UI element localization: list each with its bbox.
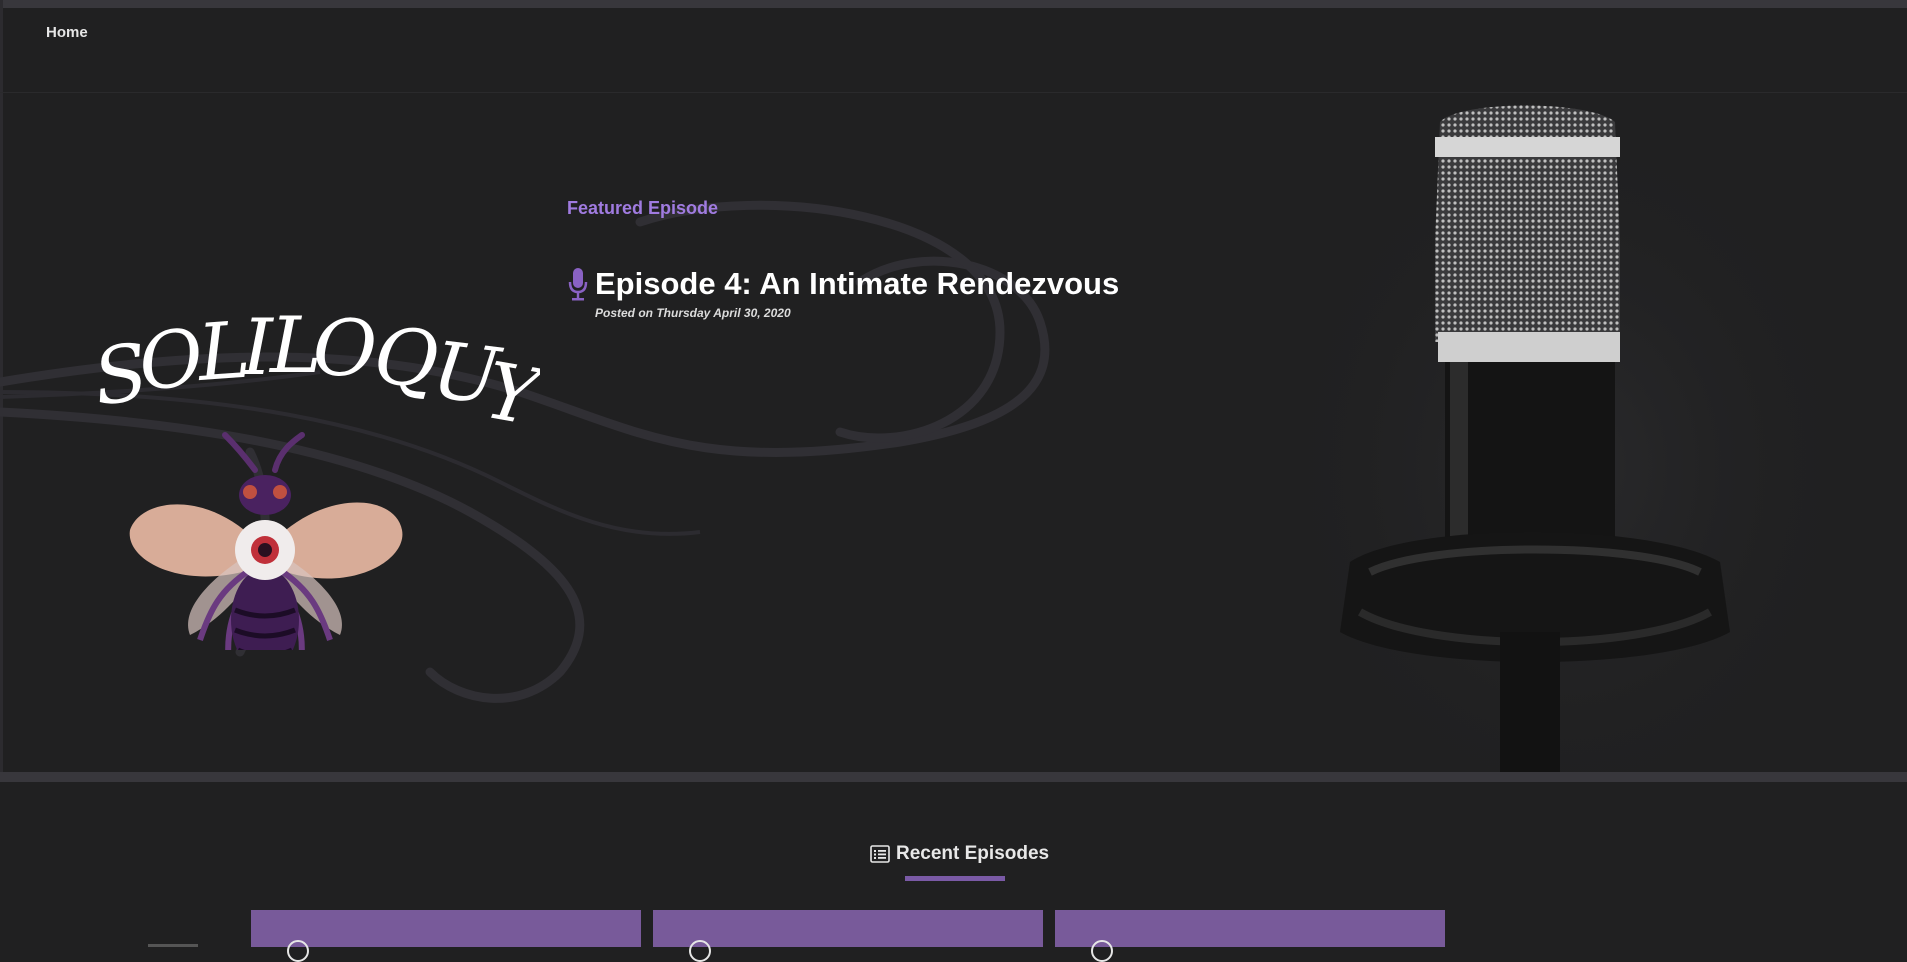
top-navigation: Home xyxy=(0,8,1907,93)
list-icon xyxy=(870,845,890,863)
card-icon xyxy=(1091,940,1113,962)
recent-episodes-label: Recent Episodes xyxy=(896,843,1050,864)
nav-home-link[interactable]: Home xyxy=(46,24,88,41)
svg-text:O: O xyxy=(311,303,378,395)
featured-episode-title-row[interactable]: Episode 4: An Intimate Rendezvous xyxy=(567,264,1119,304)
top-bar xyxy=(0,0,1907,8)
card-icon xyxy=(689,940,711,962)
episode-card[interactable] xyxy=(653,910,1043,962)
episode-card[interactable] xyxy=(251,910,641,962)
featured-episode-date: Posted on Thursday April 30, 2020 xyxy=(595,306,791,320)
featured-episode-title[interactable]: Episode 4: An Intimate Rendezvous xyxy=(595,266,1119,302)
recent-episodes-heading: Recent Episodes xyxy=(870,842,1049,866)
card-icon xyxy=(287,940,309,962)
hero-divider xyxy=(0,772,1907,782)
featured-episode-label: Featured Episode xyxy=(567,198,719,218)
microphone-photo xyxy=(1260,92,1820,772)
hero-section: S O L I L O Q U Y Featured Episode Episo… xyxy=(0,92,1907,772)
soliloquy-logo: S O L I L O Q U Y xyxy=(90,301,540,650)
episode-card[interactable] xyxy=(1055,910,1445,962)
microphone-icon xyxy=(568,268,588,301)
recent-episodes-underline xyxy=(905,876,1005,881)
